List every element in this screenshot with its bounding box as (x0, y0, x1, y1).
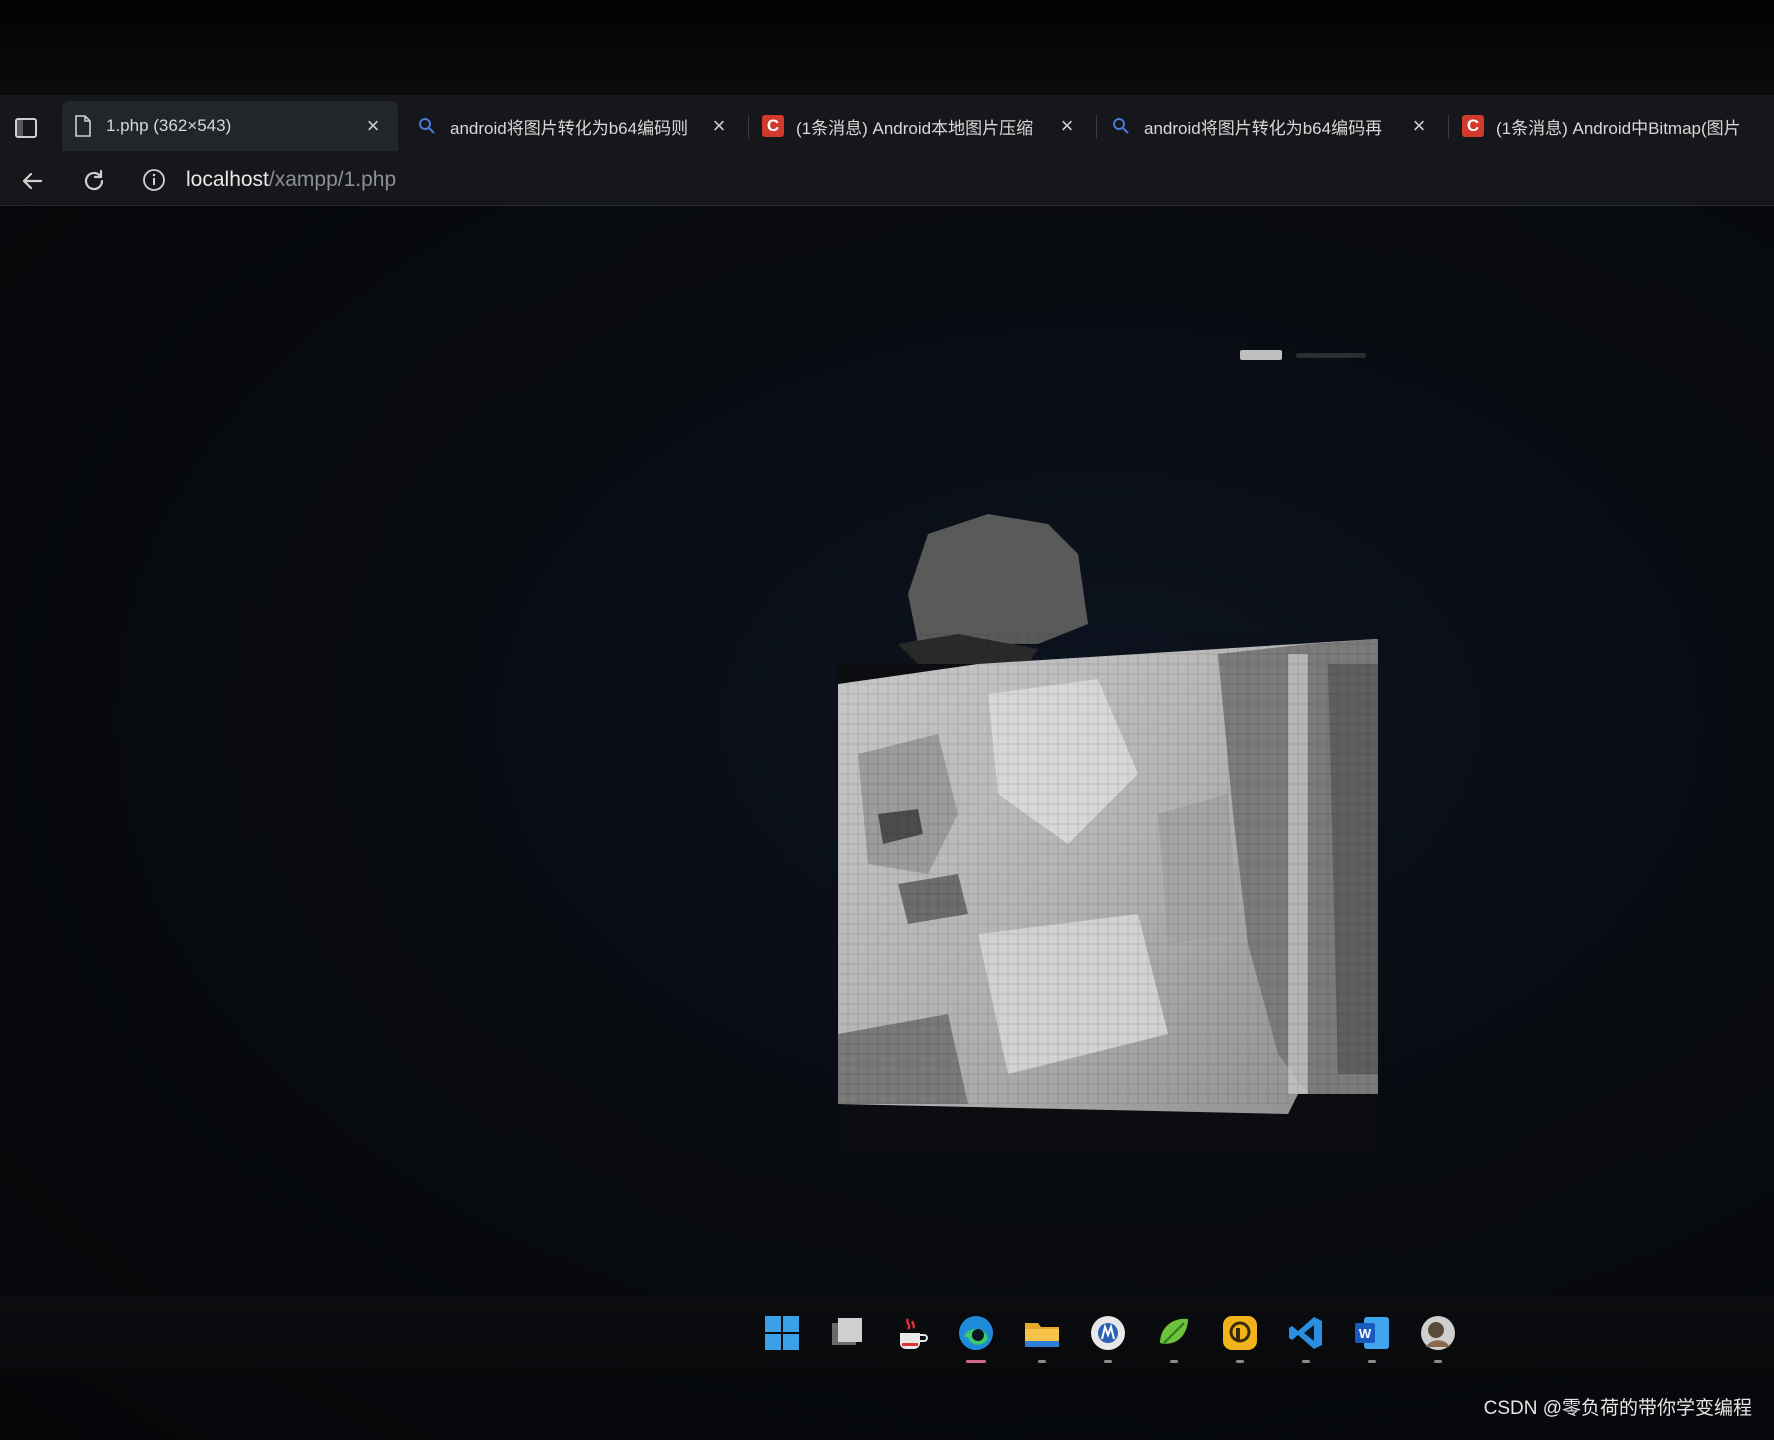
vscode-icon[interactable] (1286, 1313, 1326, 1363)
search-icon (416, 115, 438, 137)
tab-title: android将图片转化为b64编码则 (450, 118, 689, 138)
close-icon[interactable]: × (1054, 113, 1080, 139)
task-view-icon[interactable] (826, 1313, 866, 1353)
csdn-icon: C (762, 115, 784, 137)
tab-5[interactable]: C (1条消息) Android中Bitmap(图片 (1452, 101, 1774, 151)
back-button[interactable] (16, 165, 48, 197)
tab-1[interactable]: 1.php (362×543) × (62, 101, 398, 151)
tab-separator (748, 115, 749, 139)
url-host: localhost (186, 168, 269, 191)
avatar-app-icon[interactable] (1418, 1313, 1458, 1363)
tab-separator (1096, 115, 1097, 139)
search-icon (1110, 115, 1132, 137)
windows-taskbar: W (0, 1296, 1774, 1376)
monitor-bezel (0, 0, 1774, 95)
watermark: CSDN @零负荷的带你学变编程 (1483, 1398, 1752, 1419)
page-viewport (0, 206, 1774, 1296)
back-arrow-icon (22, 172, 43, 190)
tab-title: 1.php (362×543) (106, 116, 232, 135)
windows-start-icon[interactable] (762, 1313, 802, 1353)
file-icon (72, 115, 94, 137)
tab-title: android将图片转化为b64编码再 (1144, 118, 1383, 138)
tab-2[interactable]: android将图片转化为b64编码则 × (406, 101, 744, 151)
svg-text:W: W (1359, 1326, 1372, 1341)
site-info-icon[interactable] (140, 166, 168, 194)
page-top-bars (1240, 350, 1370, 360)
close-icon[interactable]: × (1406, 113, 1432, 139)
close-icon[interactable]: × (706, 113, 732, 139)
reload-icon (84, 169, 104, 191)
leaf-app-icon[interactable] (1154, 1313, 1194, 1363)
close-icon[interactable]: × (360, 113, 386, 139)
browser-toolbar: localhost /xampp/1.php (0, 155, 1774, 205)
csdn-icon: C (1462, 115, 1484, 137)
tab-actions-icon[interactable] (14, 117, 38, 139)
tab-4[interactable]: android将图片转化为b64编码再 × (1100, 101, 1444, 151)
tab-title: (1条消息) Android本地图片压缩 (796, 118, 1034, 138)
address-bar[interactable]: localhost /xampp/1.php (140, 161, 1640, 199)
tab-separator (1448, 115, 1449, 139)
reload-button[interactable] (78, 165, 110, 197)
tab-strip: 1.php (362×543) × android将图片转化为b64编码则 × … (0, 95, 1774, 155)
word-icon[interactable]: W (1352, 1313, 1392, 1363)
tab-title: (1条消息) Android中Bitmap(图片 (1496, 118, 1741, 138)
circle-app-icon[interactable] (1088, 1313, 1128, 1363)
java-icon[interactable] (890, 1313, 930, 1353)
folder-icon[interactable] (1022, 1313, 1062, 1363)
yellow-app-icon[interactable] (1220, 1313, 1260, 1363)
grayscale-portrait-image (838, 514, 1378, 1154)
browser-chrome: 1.php (362×543) × android将图片转化为b64编码则 × … (0, 95, 1774, 206)
edge-browser-icon[interactable] (956, 1313, 996, 1363)
decoded-image (838, 514, 1378, 1154)
url-path: /xampp/1.php (268, 168, 397, 191)
tab-3[interactable]: C (1条消息) Android本地图片压缩 × (752, 101, 1092, 151)
